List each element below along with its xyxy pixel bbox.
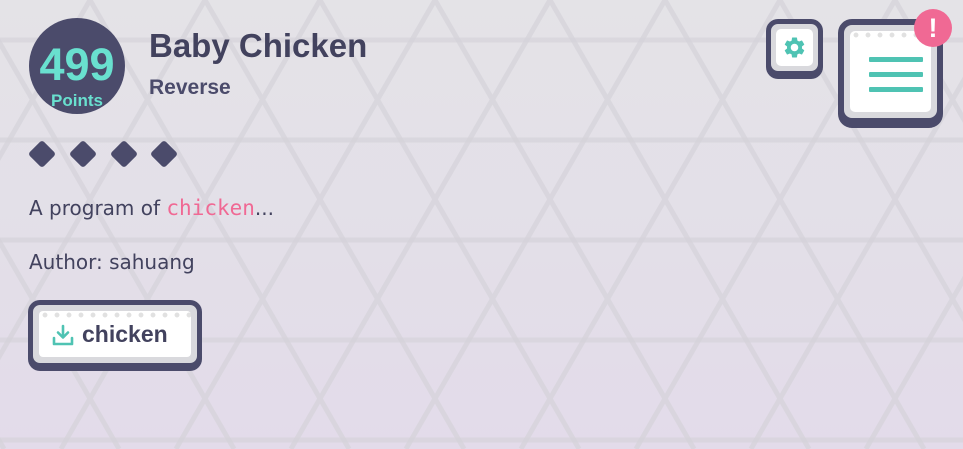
settings-button[interactable] [766, 19, 823, 76]
points-label: Points [51, 91, 103, 110]
points-badge: 499 Points [29, 18, 125, 114]
challenge-category: Reverse [149, 76, 231, 99]
download-icon [52, 324, 74, 346]
alert-badge: ! [914, 9, 952, 47]
challenge-description: A program of chicken... [29, 195, 274, 221]
description-prefix: A program of [29, 196, 167, 220]
points-value: 499 [39, 39, 115, 90]
download-label: chicken [82, 321, 168, 347]
menu-icon [869, 57, 923, 93]
settings-button-face[interactable] [776, 29, 813, 66]
challenge-title: Baby Chicken [149, 27, 368, 64]
menu-button-face[interactable] [850, 31, 931, 112]
challenge-author: Author: sahuang [29, 250, 195, 274]
gear-icon [784, 37, 805, 58]
download-attachment-button[interactable]: chicken [28, 300, 202, 368]
description-code: chicken [166, 196, 255, 220]
download-button-face[interactable]: chicken [39, 311, 191, 357]
description-suffix: ... [254, 196, 274, 220]
